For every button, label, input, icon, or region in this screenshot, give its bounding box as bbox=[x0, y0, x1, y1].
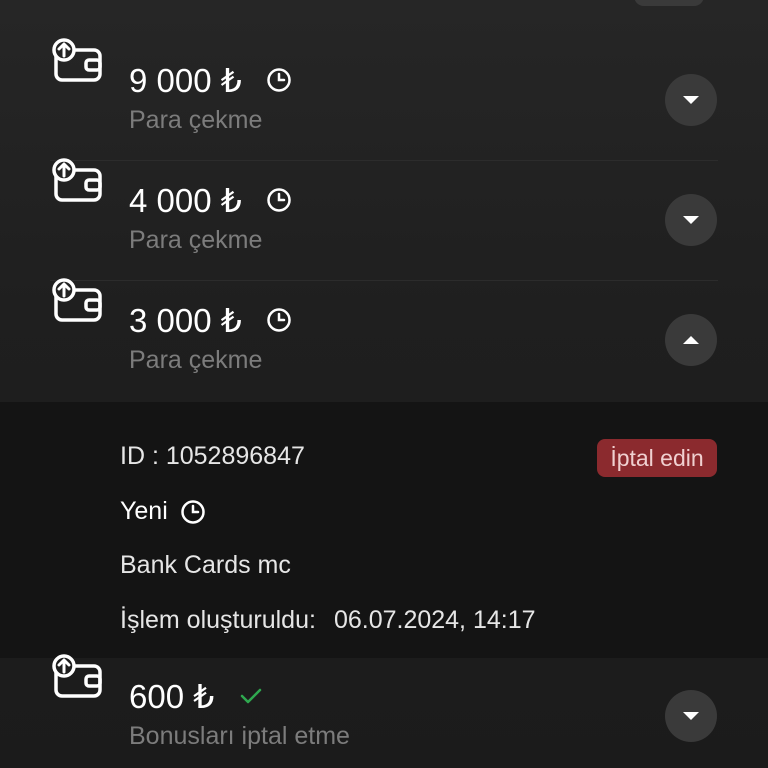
collapse-toggle-button[interactable] bbox=[665, 314, 717, 366]
check-icon bbox=[238, 683, 264, 709]
transaction-type: Para çekme bbox=[129, 346, 263, 374]
transaction-history-screen: 9 000 ₺ Para çekme 4 000 ₺ Para çekme 3 … bbox=[0, 0, 768, 768]
clock-icon bbox=[266, 307, 292, 333]
transaction-amount: 9 000 ₺ bbox=[129, 61, 242, 99]
transaction-id: ID : 1052896847 bbox=[120, 442, 305, 470]
transaction-amount: 4 000 ₺ bbox=[129, 181, 242, 219]
status-label: Yeni bbox=[120, 497, 168, 525]
transaction-row-1[interactable]: 9 000 ₺ Para çekme bbox=[0, 0, 768, 134]
transaction-row-3[interactable]: 3 000 ₺ Para çekme bbox=[0, 240, 768, 374]
wallet-upload-icon bbox=[50, 278, 104, 324]
expand-toggle-button[interactable] bbox=[665, 194, 717, 246]
wallet-upload-icon bbox=[50, 654, 104, 700]
transaction-amount: 600 ₺ bbox=[129, 677, 215, 715]
transaction-row-4[interactable]: 600 ₺ Bonusları iptal etme bbox=[0, 616, 768, 750]
expand-toggle-button[interactable] bbox=[665, 74, 717, 126]
clock-icon bbox=[266, 67, 292, 93]
transaction-type: Bonusları iptal etme bbox=[129, 722, 350, 750]
chevron-down-icon bbox=[681, 94, 701, 106]
clock-icon bbox=[180, 499, 206, 525]
transaction-amount: 3 000 ₺ bbox=[129, 301, 242, 339]
transaction-row-2[interactable]: 4 000 ₺ Para çekme bbox=[0, 120, 768, 254]
transaction-status: Yeni bbox=[120, 497, 206, 526]
payment-method: Bank Cards mc bbox=[120, 551, 291, 579]
chevron-down-icon bbox=[681, 214, 701, 226]
wallet-upload-icon bbox=[50, 38, 104, 84]
wallet-upload-icon bbox=[50, 158, 104, 204]
expand-toggle-button[interactable] bbox=[665, 690, 717, 742]
clock-icon bbox=[266, 187, 292, 213]
chevron-down-icon bbox=[681, 710, 701, 722]
chevron-up-icon bbox=[681, 334, 701, 346]
cancel-transaction-button[interactable]: İptal edin bbox=[597, 439, 717, 477]
